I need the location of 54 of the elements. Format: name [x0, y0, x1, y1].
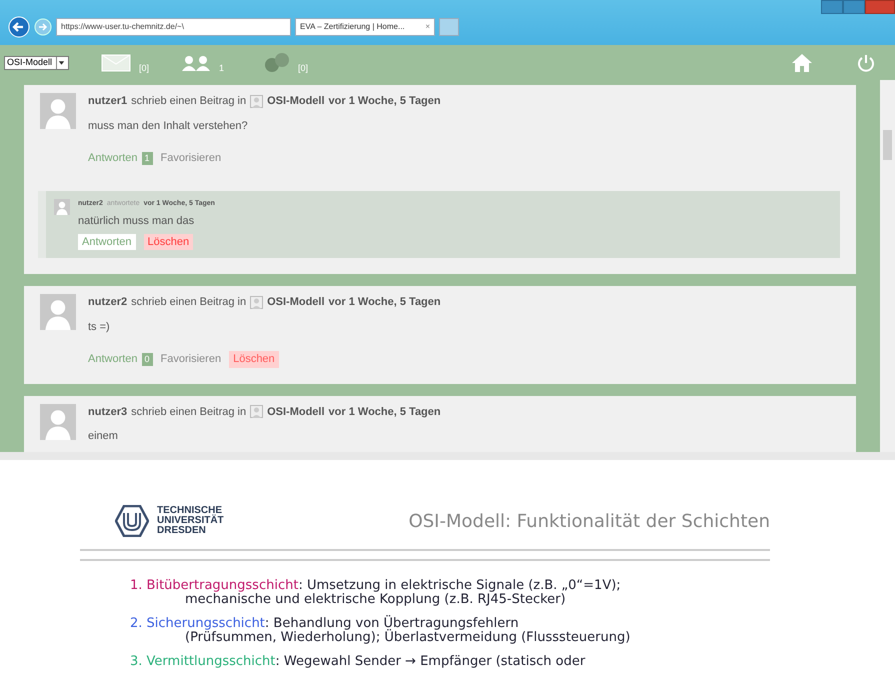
- logo-text: TECHNISCHE: [157, 506, 222, 516]
- author-name[interactable]: nutzer2: [88, 294, 128, 310]
- avatar-icon: [54, 198, 70, 214]
- browser-tab[interactable]: EVA – Zertifizierung | Home... ×: [295, 18, 435, 36]
- avatar-icon: [40, 294, 76, 330]
- back-button[interactable]: [8, 16, 30, 38]
- item-text: (Prüfsummen, Wiederholung); Überlastvermeidung (Flusssteuerung): [185, 631, 632, 645]
- post-content: einem: [88, 429, 119, 444]
- avatar-icon: [40, 93, 76, 129]
- topic-link[interactable]: OSI-Modell: [267, 404, 325, 420]
- topic-icon: [250, 405, 264, 418]
- author-name[interactable]: nutzer1: [88, 93, 128, 110]
- action-text: schrieb einen Beitrag in: [131, 94, 246, 109]
- item-term: 3. Vermittlungsschicht: [130, 655, 276, 669]
- horizontal-scrollbar[interactable]: [0, 452, 895, 460]
- question-count: [0]: [298, 62, 308, 75]
- reply-count: 1: [142, 152, 153, 165]
- power-icon[interactable]: [857, 54, 875, 72]
- topic-icon: [250, 296, 264, 309]
- contact-count: 1: [219, 62, 224, 75]
- vertical-scrollbar[interactable]: [880, 80, 895, 452]
- university-logo-icon: [115, 505, 149, 537]
- topic-icon: [250, 94, 264, 108]
- author-name[interactable]: nutzer3: [88, 404, 128, 420]
- item-text: : Behandlung von Übertragungsfehlern: [264, 617, 519, 631]
- post-time: vor 1 Woche, 5 Tagen: [328, 295, 441, 310]
- item-term: 1. Bitübertragungsschicht: [130, 579, 298, 593]
- post-time: vor 1 Woche, 5 Tagen: [328, 404, 441, 420]
- new-tab-button[interactable]: [439, 18, 459, 36]
- avatar-icon: [40, 404, 76, 440]
- post-time: vor 1 Woche, 5 Tagen: [328, 94, 441, 109]
- post-content: muss man den Inhalt verstehen?: [88, 118, 249, 134]
- dropdown-caret-icon: [56, 56, 66, 68]
- reply-count: 0: [142, 352, 153, 366]
- mail-icon[interactable]: [101, 54, 132, 72]
- message-count: [0]: [139, 62, 150, 75]
- action-text: schrieb einen Beitrag in: [131, 295, 246, 310]
- post-content: ts =): [88, 320, 111, 334]
- course-select[interactable]: OSI-Modell: [4, 56, 70, 70]
- topic-link[interactable]: OSI-Modell: [267, 93, 325, 110]
- logo-text: DRESDEN: [157, 526, 207, 536]
- forward-button[interactable]: [34, 18, 52, 36]
- topic-link[interactable]: OSI-Modell: [267, 294, 325, 310]
- window-controls-drawing[interactable]: [821, 0, 895, 14]
- item-text: : Umsetzung in elektrische Signale (z.B. „0“=1V);: [298, 579, 621, 593]
- address-bar[interactable]: https://www-user.tu-chemnitz.de/~\: [56, 18, 291, 36]
- slide-title: OSI-Modell: Funktionalität der Schichten: [408, 510, 770, 534]
- item-term: 2. Sicherungsschicht: [130, 617, 265, 631]
- people-icon[interactable]: [181, 54, 212, 70]
- item-text: mechanische und elektrische Kopplung (z.B. RJ45-Stecker): [185, 593, 567, 607]
- item-text: : Wegewahl Sender → Empfänger (statisch oder: [275, 655, 586, 669]
- reply-content: natürlich muss man das: [78, 214, 196, 229]
- home-icon[interactable]: [791, 52, 813, 72]
- action-text: schrieb einen Beitrag in: [131, 404, 246, 420]
